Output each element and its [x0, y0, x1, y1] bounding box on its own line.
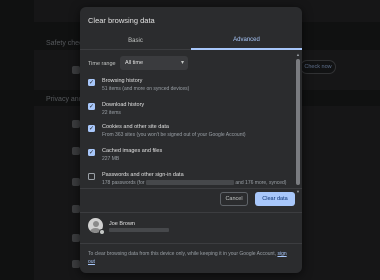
divider — [80, 188, 302, 189]
dialog-title: Clear browsing data — [88, 16, 155, 25]
time-range-value: All time — [125, 60, 144, 66]
item-subtitle: 22 items — [102, 110, 121, 116]
item-title: Passwords and other sign-in data — [102, 172, 184, 178]
account-row: Joe Brown — [80, 216, 302, 240]
item-title: Browsing history — [102, 78, 143, 84]
footer-note: To clear browsing data from this device … — [88, 250, 294, 266]
download-history-checkbox[interactable]: ✓ — [88, 103, 95, 110]
clear-browsing-data-dialog: Clear browsing data Basic Advanced Time … — [80, 7, 302, 273]
data-type-list: ✓ Browsing history 51 items (and more on… — [80, 75, 296, 193]
passwords-more: and 176 more, synced) — [235, 180, 287, 186]
item-subtitle: 227 MB — [102, 156, 120, 162]
scroll-up-icon[interactable]: ▲ — [296, 52, 300, 57]
clear-data-button[interactable]: Clear data — [255, 192, 295, 206]
item-subtitle: From 363 sites (you won't be signed out … — [102, 132, 246, 138]
item-title: Download history — [102, 102, 145, 108]
account-name: Joe Brown — [109, 221, 135, 227]
time-range-label: Time range — [88, 61, 116, 67]
list-scrollbar[interactable]: ▲ ▼ — [296, 52, 300, 197]
cookies-checkbox[interactable]: ✓ — [88, 125, 95, 132]
item-title: Cached images and files — [102, 148, 163, 154]
chevron-down-icon: ▾ — [180, 60, 184, 66]
redacted-email — [109, 228, 169, 232]
passwords-checkbox[interactable] — [88, 173, 95, 180]
tab-bar: Basic Advanced — [80, 32, 302, 50]
scroll-thumb[interactable] — [296, 59, 300, 185]
list-item-browsing-history[interactable]: ✓ Browsing history 51 items (and more on… — [80, 75, 296, 97]
footer-text: To clear browsing data from this device … — [88, 251, 277, 257]
scroll-down-icon[interactable]: ▼ — [296, 189, 300, 194]
divider — [80, 243, 302, 244]
browsing-history-checkbox[interactable]: ✓ — [88, 79, 95, 86]
list-item-download-history[interactable]: ✓ Download history 22 items — [80, 99, 296, 121]
item-subtitle: 51 items (and more on synced devices) — [102, 86, 190, 92]
time-range-select[interactable]: All time ▾ — [120, 56, 188, 70]
passwords-count: 178 passwords (for — [102, 180, 145, 186]
tab-advanced[interactable]: Advanced — [191, 32, 302, 50]
item-title: Cookies and other site data — [102, 124, 169, 130]
cached-images-checkbox[interactable]: ✓ — [88, 149, 95, 156]
list-item-cached-images[interactable]: ✓ Cached images and files 227 MB — [80, 145, 296, 167]
cancel-button[interactable]: Cancel — [220, 192, 248, 206]
tab-basic[interactable]: Basic — [80, 32, 191, 50]
redacted-sites — [145, 180, 234, 186]
list-item-cookies[interactable]: ✓ Cookies and other site data From 363 s… — [80, 121, 296, 143]
sync-icon — [99, 229, 105, 235]
item-subtitle: 178 passwords (for and 176 more, synced) — [102, 180, 286, 186]
divider — [80, 212, 302, 213]
